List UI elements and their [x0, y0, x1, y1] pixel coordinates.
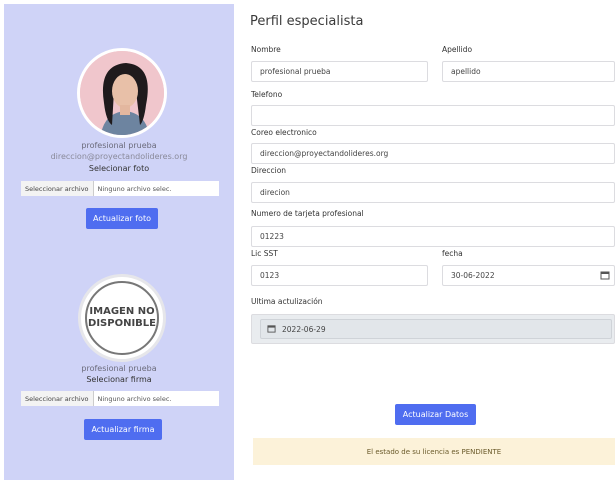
calendar-icon[interactable] [600, 270, 610, 280]
signature-name: profesional prueba [81, 364, 157, 373]
signature-placeholder: IMAGEN NO DISPONIBLE [78, 274, 166, 362]
no-image-line2: DISPONIBLE [88, 318, 156, 329]
fecha-value: 30-06-2022 [451, 271, 495, 280]
profile-page: profesional prueba direccion@proyectando… [0, 0, 615, 482]
avatar-photo [77, 48, 167, 138]
update-data-button[interactable]: Actualizar Datos [395, 404, 476, 425]
profile-name: profesional prueba [81, 141, 157, 150]
photo-file-button[interactable]: Seleccionar archivo [21, 181, 94, 196]
fecha-input[interactable]: 30-06-2022 [442, 265, 615, 286]
photo-file-input[interactable]: Seleccionar archivo Ninguno archivo sele… [21, 181, 219, 196]
apellido-label: Apellido [442, 45, 473, 54]
ultima-field: 2022-06-29 [251, 314, 615, 344]
direccion-input[interactable]: direcion [251, 182, 615, 203]
ultima-label: Ultima actulización [251, 297, 323, 306]
telefono-input[interactable] [251, 105, 615, 126]
signature-file-input[interactable]: Seleccionar archivo Ninguno archivo sele… [21, 391, 219, 406]
correo-label: Coreo electronico [251, 128, 317, 137]
sidebar-panel: profesional prueba direccion@proyectando… [4, 4, 234, 480]
update-signature-button[interactable]: Actualizar firma [84, 419, 162, 440]
no-image-badge: IMAGEN NO DISPONIBLE [85, 281, 159, 355]
ultima-input: 2022-06-29 [260, 319, 612, 339]
ultima-value: 2022-06-29 [282, 324, 326, 334]
nombre-label: Nombre [251, 45, 281, 54]
tarjeta-input[interactable]: 01223 [251, 226, 615, 247]
lic-label: Lic SST [251, 249, 278, 258]
no-image-line1: IMAGEN NO [89, 306, 155, 317]
update-photo-button[interactable]: Actualizar foto [86, 208, 158, 229]
calendar-icon [267, 324, 276, 335]
nombre-input[interactable]: profesional prueba [251, 61, 428, 82]
photo-file-status: Ninguno archivo selec. [97, 184, 172, 193]
correo-input[interactable]: direccion@proyectandolideres.org [251, 143, 615, 164]
apellido-input[interactable]: apellido [442, 61, 615, 82]
select-signature-label: Selecionar firma [86, 375, 152, 384]
license-status-alert: El estado de su licencia es PENDIENTE [253, 438, 615, 465]
avatar-photo-icon [80, 51, 164, 135]
select-photo-label: Selecionar foto [88, 164, 150, 173]
lic-input[interactable]: 0123 [251, 265, 428, 286]
fecha-label: fecha [442, 249, 463, 258]
page-title: Perfil especialista [250, 14, 364, 29]
telefono-label: Telefono [251, 90, 283, 99]
direccion-label: Direccion [251, 166, 287, 175]
signature-file-status: Ninguno archivo selec. [97, 394, 172, 403]
signature-file-button[interactable]: Seleccionar archivo [21, 391, 94, 406]
profile-email: direccion@proyectandolideres.org [50, 152, 188, 161]
tarjeta-label: Numero de tarjeta profesional [251, 209, 364, 218]
